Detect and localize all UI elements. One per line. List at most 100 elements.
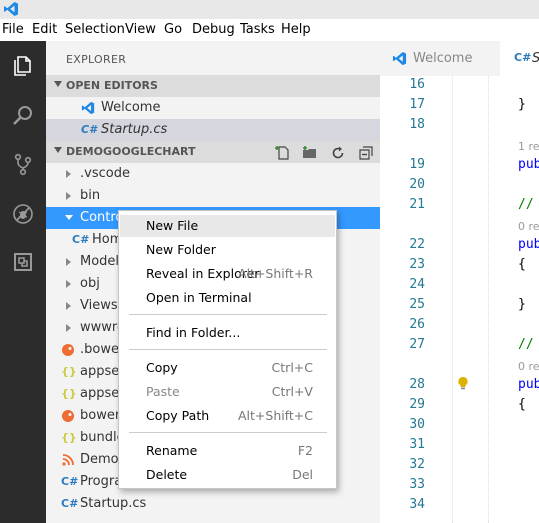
menu-edit[interactable]: Edit [32, 22, 57, 37]
menu-separator [129, 349, 327, 350]
tab-welcome[interactable]: Welcome [380, 41, 500, 76]
open-editor-welcome[interactable]: Welcome [46, 97, 380, 119]
menu-item-reveal[interactable]: Reveal in Explorer Alt+Shift+R [120, 263, 335, 285]
line-number: 31 [409, 437, 425, 452]
menu-debug[interactable]: Debug [192, 22, 235, 37]
menu-item-label: New File [146, 218, 199, 233]
menu-separator [129, 314, 327, 315]
open-editors-label: OPEN EDITORS [66, 79, 158, 92]
menu-help[interactable]: Help [281, 22, 311, 37]
tree-item-label: bin [80, 188, 101, 203]
menu-item-label: Paste [146, 384, 180, 399]
open-editor-label: Welcome [101, 100, 161, 115]
code-token: } [518, 97, 526, 112]
menu-item-label: Copy Path [146, 408, 210, 423]
menu-item-delete[interactable]: Delete Del [120, 464, 335, 486]
line-number: 22 [409, 237, 425, 252]
project-header[interactable]: DEMOGOOGLECHART [46, 141, 380, 163]
bower-file-icon [62, 410, 74, 422]
context-menu: New File New Folder Reveal in Explorer A… [118, 210, 337, 489]
rss-file-icon [62, 454, 74, 466]
code-token: { [518, 257, 526, 272]
tree-item-label: Progra [80, 474, 123, 489]
menu-item-shortcut: Alt+Shift+C [237, 408, 313, 423]
menu-item-paste: Paste Ctrl+V [120, 381, 335, 403]
json-file-icon: {} [61, 431, 77, 444]
tree-folder-vscode[interactable]: .vscode [46, 163, 380, 185]
explorer-icon[interactable] [0, 43, 46, 89]
explorer-title: EXPLORER [66, 53, 127, 66]
tree-folder-bin[interactable]: bin [46, 185, 380, 207]
menu-item-open-terminal[interactable]: Open in Terminal [120, 287, 335, 309]
line-number: 18 [409, 117, 425, 132]
csharp-file-icon: C# [514, 51, 532, 64]
indent-guide [452, 76, 453, 523]
menu-item-shortcut: Ctrl+C [271, 360, 313, 375]
tab-startup[interactable]: C# S [500, 41, 539, 76]
csharp-file-icon: C# [61, 497, 79, 510]
chevron-right-icon [66, 280, 71, 288]
line-number: 29 [409, 397, 425, 412]
line-number: 32 [409, 457, 425, 472]
menu-tasks[interactable]: Tasks [240, 22, 275, 37]
line-number: 16 [409, 77, 425, 92]
menu-item-label: Copy [146, 360, 178, 375]
menu-item-shortcut: Ctrl+V [271, 384, 313, 399]
line-number: 34 [409, 497, 425, 512]
menu-item-copy[interactable]: Copy Ctrl+C [120, 357, 335, 379]
menu-selection[interactable]: Selection [65, 22, 125, 37]
menu-item-rename[interactable]: Rename F2 [120, 440, 335, 462]
chevron-right-icon [66, 170, 71, 178]
code-lens[interactable]: 0 re [518, 360, 539, 373]
menu-item-copy-path[interactable]: Copy Path Alt+Shift+C [120, 405, 335, 427]
new-file-icon[interactable] [275, 145, 291, 161]
line-number: 21 [409, 197, 425, 212]
menu-file[interactable]: File [2, 22, 24, 37]
chevron-right-icon [66, 302, 71, 310]
title-bar [0, 0, 539, 19]
menu-item-label: New Folder [146, 242, 216, 257]
chevron-down-icon [54, 147, 62, 153]
code-lens[interactable]: 1 re [518, 140, 539, 153]
code-token: pub [518, 237, 539, 252]
line-number: 17 [409, 97, 425, 112]
line-number: 33 [409, 477, 425, 492]
menu-separator [129, 432, 327, 433]
search-icon[interactable] [0, 93, 46, 139]
extensions-icon[interactable] [0, 239, 46, 285]
chevron-right-icon [66, 324, 71, 332]
menu-item-shortcut: F2 [297, 443, 313, 458]
menu-item-new-folder[interactable]: New Folder [120, 239, 335, 261]
tab-label: Welcome [413, 51, 473, 66]
open-editor-startup[interactable]: C# Startup.cs [46, 119, 380, 141]
csharp-file-icon: C# [72, 233, 90, 246]
menu-view[interactable]: View [125, 22, 156, 37]
tree-item-label: Model [80, 254, 120, 269]
tree-file-startup[interactable]: C# Startup.cs [46, 493, 380, 515]
line-number: 24 [409, 277, 425, 292]
tree-item-label: obj [80, 276, 100, 291]
project-label: DEMOGOOGLECHART [66, 145, 196, 158]
source-control-icon[interactable] [0, 141, 46, 187]
code-token: // [518, 337, 534, 352]
menu-item-find-in-folder[interactable]: Find in Folder... [120, 322, 335, 344]
vscode-file-icon [392, 51, 407, 66]
code-lens[interactable]: 0 re [518, 220, 539, 233]
debug-icon[interactable] [0, 191, 46, 237]
csharp-file-icon: C# [81, 123, 97, 136]
menu-item-new-file[interactable]: New File [120, 215, 335, 237]
editor-area: Welcome C# S 16 17 18 19 20 21 22 23 24 … [380, 41, 539, 523]
refresh-icon[interactable] [330, 145, 346, 161]
new-folder-icon[interactable] [302, 145, 318, 161]
line-number: 20 [409, 177, 425, 192]
collapse-all-icon[interactable] [358, 145, 374, 161]
csharp-file-icon: C# [61, 475, 79, 488]
menu-go[interactable]: Go [164, 22, 182, 37]
tab-label: S [532, 51, 539, 66]
chevron-right-icon [66, 258, 71, 266]
chevron-right-icon [66, 192, 71, 200]
menu-item-label: Find in Folder... [146, 325, 241, 340]
lightbulb-icon[interactable] [457, 376, 469, 390]
open-editors-header[interactable]: OPEN EDITORS [46, 75, 380, 97]
open-editor-label: Startup.cs [101, 122, 168, 137]
